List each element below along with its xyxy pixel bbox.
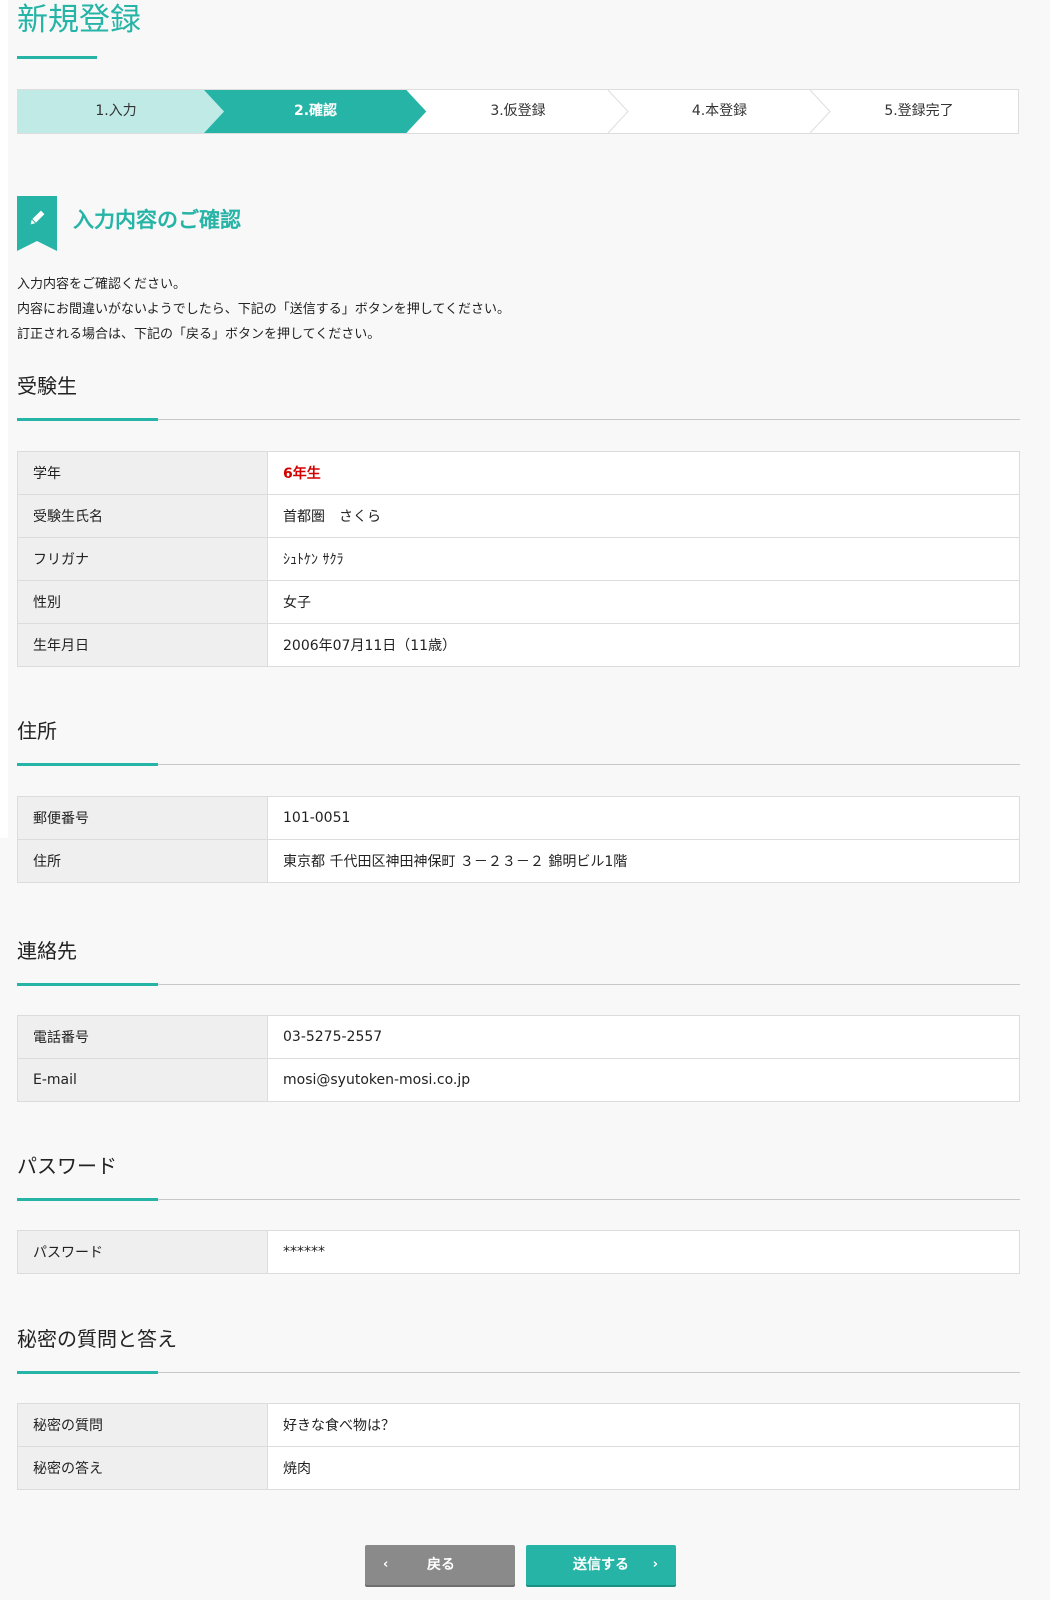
step-3: 3.仮登録 (490, 103, 546, 119)
title-underline (17, 56, 97, 59)
section-rule-accent (17, 418, 158, 421)
row-value: 2006年07月11日（11歳） (267, 623, 1020, 667)
table-row: 電話番号 03-5275-2557 (17, 1015, 1020, 1059)
progress-stepper: 1.入力 2.確認 3.仮登録 4.本登録 5.登録完了 (17, 89, 1019, 134)
section-title-contact: 連絡先 (17, 939, 77, 963)
section-rule (17, 1199, 1020, 1200)
row-value: ****** (267, 1230, 1020, 1274)
row-label: 生年月日 (17, 623, 268, 667)
table-row: 秘密の答え 焼肉 (17, 1446, 1020, 1490)
table-row: フリガナ ｼｭﾄｹﾝ ｻｸﾗ (17, 537, 1020, 581)
section-title-password: パスワード (17, 1154, 117, 1178)
address-table: 郵便番号 101-0051 住所 東京都 千代田区神田神保町 ３－２３－２ 錦明… (17, 796, 1020, 883)
row-value: mosi@syutoken-mosi.co.jp (267, 1058, 1020, 1102)
section-rule (17, 764, 1020, 765)
chevron-left-icon: ‹ (383, 1557, 389, 1572)
table-row: 秘密の質問 好きな食べ物は？ (17, 1403, 1020, 1447)
table-row: パスワード ****** (17, 1230, 1020, 1274)
row-value-grade: 6年生 (267, 451, 1020, 495)
row-label: 郵便番号 (17, 796, 268, 840)
row-value: 好きな食べ物は？ (267, 1403, 1020, 1447)
table-row: 学年 6年生 (17, 451, 1020, 495)
section-rule-accent (17, 1371, 158, 1374)
table-row: 住所 東京都 千代田区神田神保町 ３－２３－２ 錦明ビル1階 (17, 839, 1020, 883)
confirm-heading: 入力内容のご確認 (73, 208, 241, 232)
table-row: 郵便番号 101-0051 (17, 796, 1020, 840)
step-5: 5.登録完了 (884, 103, 954, 119)
row-label: 住所 (17, 839, 268, 883)
registration-confirm-page: 新規登録 1.入力 2.確認 3.仮登録 4.本登録 5.登録完了 入力内容のご… (0, 0, 1050, 1600)
intro-line: 内容にお間違いがないようでしたら、下記の「送信する」ボタンを押してください。 (17, 302, 510, 317)
section-title-secret: 秘密の質問と答え (17, 1327, 177, 1351)
step-2: 2.確認 (293, 103, 338, 119)
section-title-student: 受験生 (17, 374, 77, 398)
section-rule (17, 984, 1020, 985)
send-button-label: 送信する (573, 1557, 629, 1573)
row-label: パスワード (17, 1230, 268, 1274)
section-rule-accent (17, 763, 158, 766)
password-table: パスワード ****** (17, 1230, 1020, 1274)
contact-table: 電話番号 03-5275-2557 E-mail mosi@syutoken-m… (17, 1015, 1020, 1102)
secret-table: 秘密の質問 好きな食べ物は？ 秘密の答え 焼肉 (17, 1403, 1020, 1490)
intro-line: 訂正される場合は、下記の「戻る」ボタンを押してください。 (17, 327, 381, 342)
back-button[interactable]: ‹ 戻る (365, 1545, 515, 1585)
page-title: 新規登録 (17, 2, 141, 38)
row-value: 女子 (267, 580, 1020, 624)
section-rule-accent (17, 1198, 158, 1201)
step-1: 1.入力 (95, 103, 137, 119)
row-label: 秘密の質問 (17, 1403, 268, 1447)
section-title-address: 住所 (17, 719, 57, 743)
row-value: 焼肉 (267, 1446, 1020, 1490)
row-value: ｼｭﾄｹﾝ ｻｸﾗ (267, 537, 1020, 581)
row-label: 性別 (17, 580, 268, 624)
student-table: 学年 6年生 受験生氏名 首都圏 さくら フリガナ ｼｭﾄｹﾝ ｻｸﾗ 性別 女… (17, 451, 1020, 667)
left-strip (0, 0, 8, 838)
row-label: 受験生氏名 (17, 494, 268, 538)
intro-line: 入力内容をご確認ください。 (17, 277, 187, 292)
row-label: 電話番号 (17, 1015, 268, 1059)
row-label: 学年 (17, 451, 268, 495)
row-value: 03-5275-2557 (267, 1015, 1020, 1059)
pencil-icon (17, 196, 57, 251)
row-label: フリガナ (17, 537, 268, 581)
section-rule-accent (17, 983, 158, 986)
table-row: E-mail mosi@syutoken-mosi.co.jp (17, 1058, 1020, 1102)
row-value: 首都圏 さくら (267, 494, 1020, 538)
intro-text: 入力内容をご確認ください。 内容にお間違いがないようでしたら、下記の「送信する」… (17, 272, 510, 347)
section-rule (17, 419, 1020, 420)
table-row: 性別 女子 (17, 580, 1020, 624)
row-label: 秘密の答え (17, 1446, 268, 1490)
send-button[interactable]: 送信する › (526, 1545, 676, 1585)
table-row: 受験生氏名 首都圏 さくら (17, 494, 1020, 538)
row-value: 東京都 千代田区神田神保町 ３－２３－２ 錦明ビル1階 (267, 839, 1020, 883)
step-4: 4.本登録 (691, 103, 748, 119)
chevron-right-icon: › (652, 1557, 658, 1572)
table-row: 生年月日 2006年07月11日（11歳） (17, 623, 1020, 667)
row-value: 101-0051 (267, 796, 1020, 840)
back-button-label: 戻る (427, 1557, 455, 1573)
section-rule (17, 1372, 1020, 1373)
row-label: E-mail (17, 1058, 268, 1102)
